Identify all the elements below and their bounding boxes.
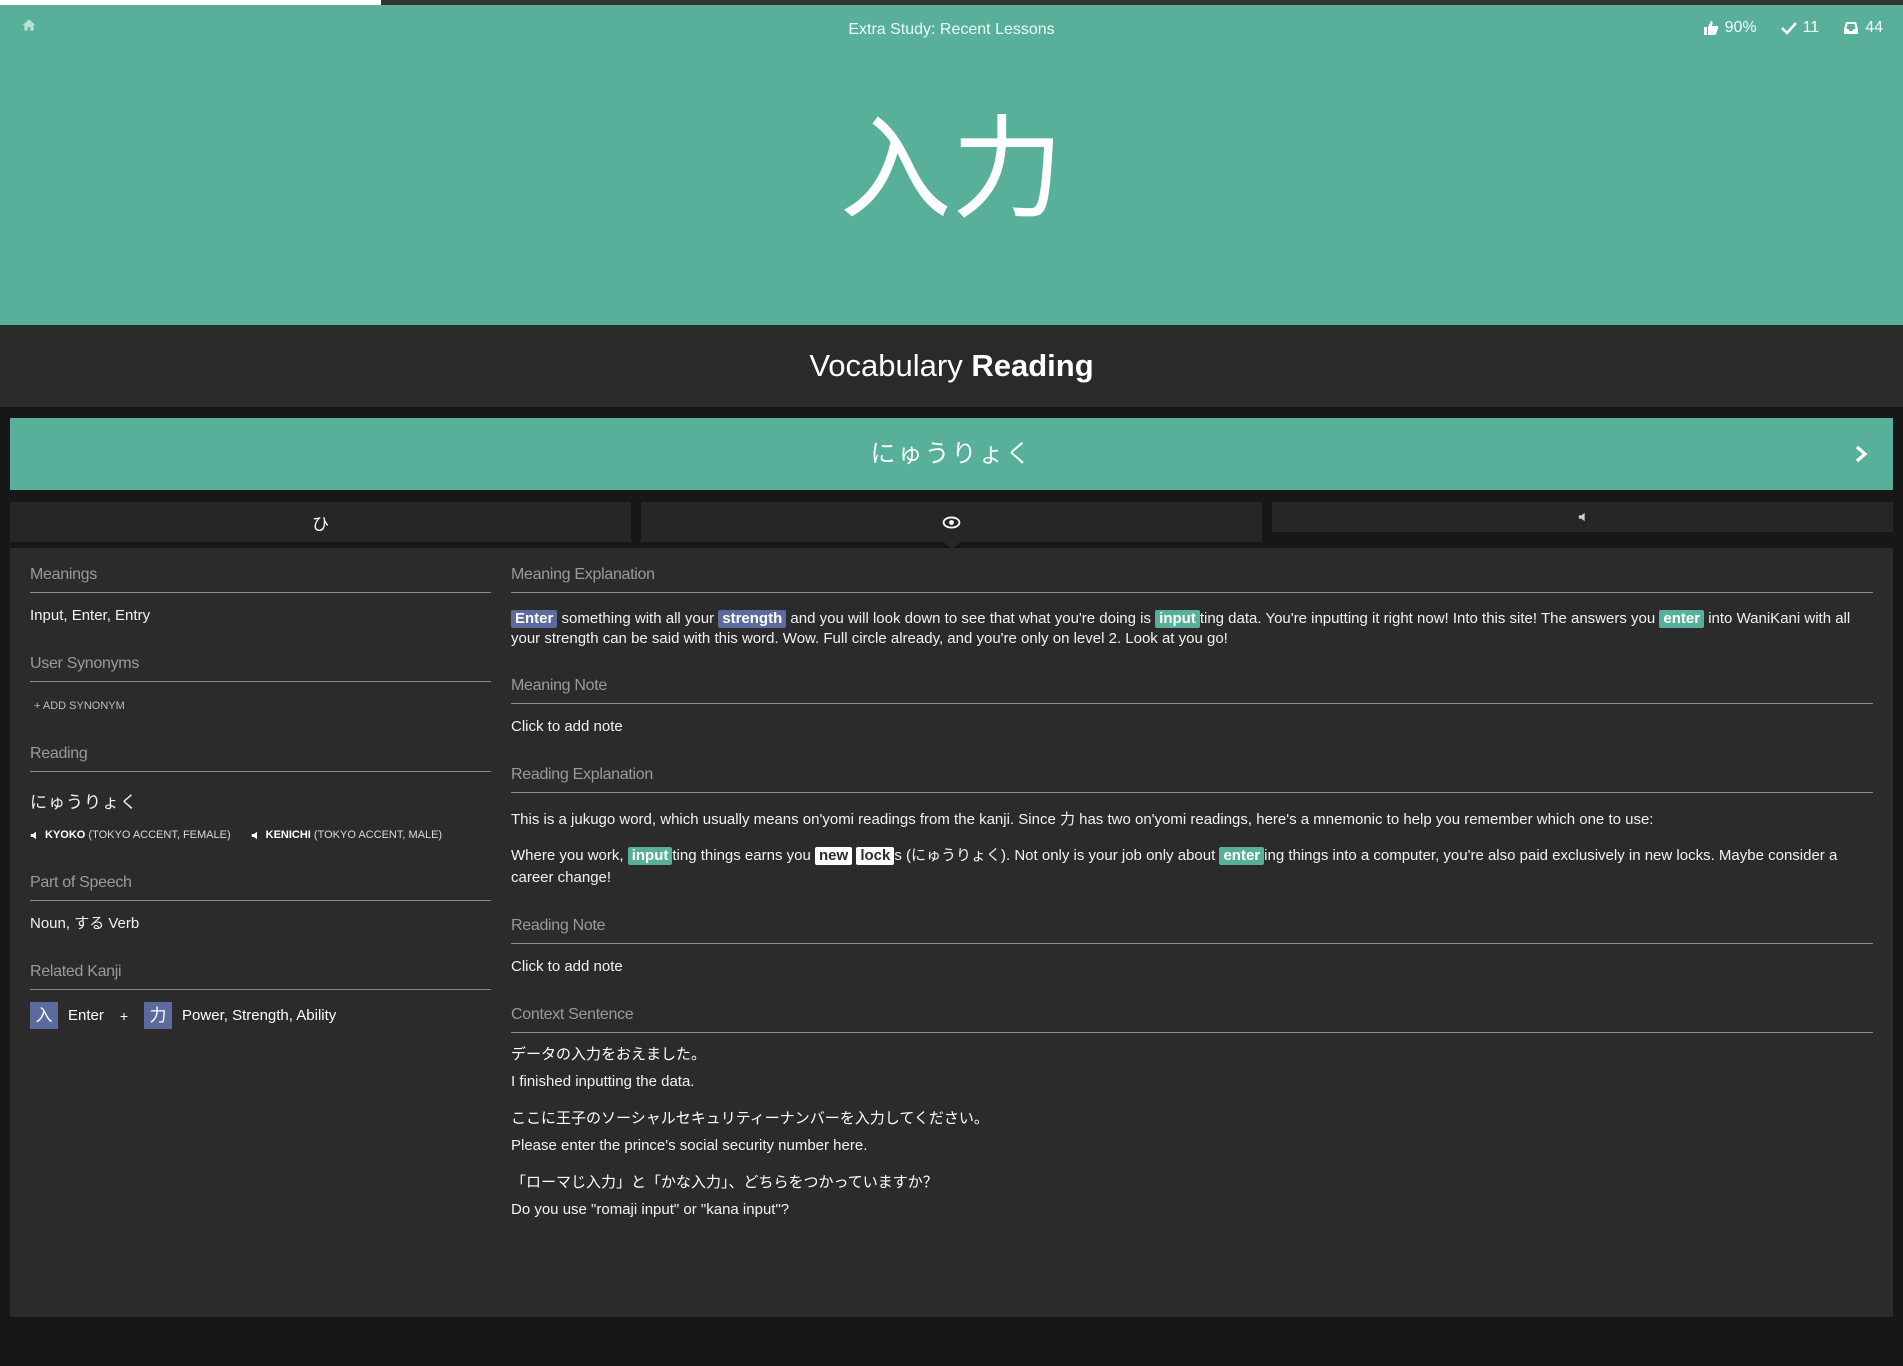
tab-audio[interactable] [1272,502,1893,532]
kanji-highlight: strength [718,610,787,628]
chevron-right-icon [1855,445,1868,463]
reading-highlight: new [814,847,853,865]
stat-completed-value: 11 [1802,19,1820,36]
reading-explanation-intro: This is a jukugo word, which usually mea… [511,811,1654,828]
vocabulary-highlight: enter [1659,610,1705,628]
explanation-text: something with all your [557,610,719,627]
reading-heading: Reading [30,745,491,772]
context-sentence-heading: Context Sentence [511,1006,1873,1033]
inbox-icon [1844,22,1859,34]
part-of-speech-section: Part of Speech Noun, する Verb [30,874,491,935]
explanation-text: and you will look down to see that what … [786,610,1156,627]
reading-explanation-heading: Reading Explanation [511,766,1873,793]
meanings-heading: Meanings [30,566,491,593]
speaker-icon [30,831,36,839]
session-stats: 90% 11 44 [1703,19,1883,37]
audio-button-kenichi[interactable]: KENICHI (TOKYO ACCENT, MALE) [251,824,442,846]
meaning-note-add[interactable]: Click to add note [511,704,1873,738]
reading-note-add[interactable]: Click to add note [511,944,1873,978]
session-title: Extra Study: Recent Lessons [848,21,1055,38]
character-header: Extra Study: Recent Lessons 90% 11 44 入力 [0,5,1903,325]
reading-explanation-section: Reading Explanation This is a jukugo wor… [511,766,1873,889]
audio-button-kyoko[interactable]: KYOKO (TOKYO ACCENT, FEMALE) [30,824,231,846]
item-info-right-column: Meaning Explanation Enter something with… [511,566,1873,1249]
prompt-item-type: Vocabulary [809,348,963,383]
reading-audio-list: KYOKO (TOKYO ACCENT, FEMALE) KENICHI (TO… [30,824,491,846]
related-kanji-section: Related Kanji 入 Enter + 力 Power, Strengt… [30,963,491,1029]
stat-percent-correct: 90% [1703,19,1757,37]
speaker-icon [251,831,257,839]
context-sentence-list: データの入力をおえました。 I finished inputting the d… [511,1033,1873,1221]
context-sentence-english: Please enter the prince's social securit… [511,1137,868,1154]
meaning-note-section: Meaning Note Click to add note [511,677,1873,738]
meaning-note-heading: Meaning Note [511,677,1873,704]
explanation-text: Where you work, [511,847,628,864]
context-sentence-section: Context Sentence データの入力をおえました。 I finishe… [511,1006,1873,1221]
vocabulary-highlight: input [627,847,673,865]
voice-actor-name: KENICHI [265,829,311,841]
related-kanji-meaning[interactable]: Enter [68,1005,104,1027]
eye-icon [942,515,961,529]
context-sentence-english: Do you use "romaji input" or "kana input… [511,1201,790,1218]
context-sentence-japanese: 「ローマじ入力」と「かな入力」、どちらをつかっていますか？ [511,1173,938,1191]
thumbs-up-icon [1703,21,1718,35]
meaning-explanation-text: Enter something with all your strength a… [511,593,1873,649]
stat-percent-value: 90% [1724,19,1757,36]
stat-completed: 11 [1780,19,1820,37]
context-sentence-english: I finished inputting the data. [511,1073,695,1090]
answer-field[interactable]: にゅうりょく [10,418,1893,490]
tab-kana-input[interactable]: ひ [10,502,631,542]
checkmark-icon [1780,22,1797,35]
explanation-text: ting things earns you [672,847,815,864]
reading-note-heading: Reading Note [511,917,1873,944]
meanings-value: Input, Enter, Entry [30,607,151,624]
kanji-highlight: Enter [511,610,558,628]
reading-note-section: Reading Note Click to add note [511,917,1873,978]
context-sentence-japanese: ここに王子のソーシャルセキュリティーナンバーを入力してください。 [511,1109,989,1127]
item-info-tabs: ひ [10,502,1893,550]
reading-section: Reading にゅうりょく KYOKO (TOKYO ACCENT, FEMA… [30,745,491,846]
answer-text[interactable]: にゅうりょく [10,418,1893,490]
meaning-explanation-heading: Meaning Explanation [511,566,1873,593]
user-synonyms-section: User Synonyms + ADD SYNONYM [30,655,491,717]
item-info-left-column: Meanings Input, Enter, Entry User Synony… [30,566,491,1057]
voice-actor-name: KYOKO [45,829,86,841]
reading-value: にゅうりょく [30,793,138,812]
related-kanji-chip[interactable]: 入 [30,1002,58,1029]
voice-actor-detail: (TOKYO ACCENT, MALE) [313,829,443,841]
part-of-speech-heading: Part of Speech [30,874,491,901]
speaker-icon [1578,512,1585,522]
plus-separator: + [119,1007,129,1024]
add-synonym-button[interactable]: + ADD SYNONYM [34,700,125,712]
part-of-speech-value: Noun, する Verb [30,915,140,932]
voice-actor-detail: (TOKYO ACCENT, FEMALE) [88,829,231,841]
stat-remaining-value: 44 [1865,19,1883,36]
item-info-panel: Meanings Input, Enter, Entry User Synony… [10,548,1893,1317]
related-kanji-chip[interactable]: 力 [144,1002,173,1029]
hiragana-icon: ひ [312,514,329,534]
question-prompt: Vocabulary Reading [0,325,1903,407]
meanings-section: Meanings Input, Enter, Entry [30,566,491,627]
next-button[interactable] [1843,436,1879,472]
tab-item-info[interactable] [641,502,1262,550]
vocabulary-highlight: enter [1219,847,1265,865]
stat-remaining: 44 [1843,19,1883,37]
related-kanji-heading: Related Kanji [30,963,491,990]
vocabulary-highlight: input [1155,610,1200,628]
user-synonyms-heading: User Synonyms [30,655,491,682]
prompt-question-kind: Reading [971,348,1094,383]
related-kanji-meaning[interactable]: Power, Strength, Ability [182,1005,336,1027]
context-sentence-japanese: データの入力をおえました。 [511,1045,707,1063]
vocabulary-character: 入力 [839,105,1064,235]
meaning-explanation-section: Meaning Explanation Enter something with… [511,566,1873,649]
reading-explanation-mnemonic: Where you work, input ting things earns y… [511,845,1873,889]
related-kanji-list: 入 Enter + 力 Power, Strength, Ability [30,990,491,1029]
explanation-text: s (にゅうりょく). Not only is your job only ab… [894,847,1220,864]
explanation-text: ting data. You're inputting it right now… [1199,610,1660,627]
reading-highlight: lock [856,847,895,865]
